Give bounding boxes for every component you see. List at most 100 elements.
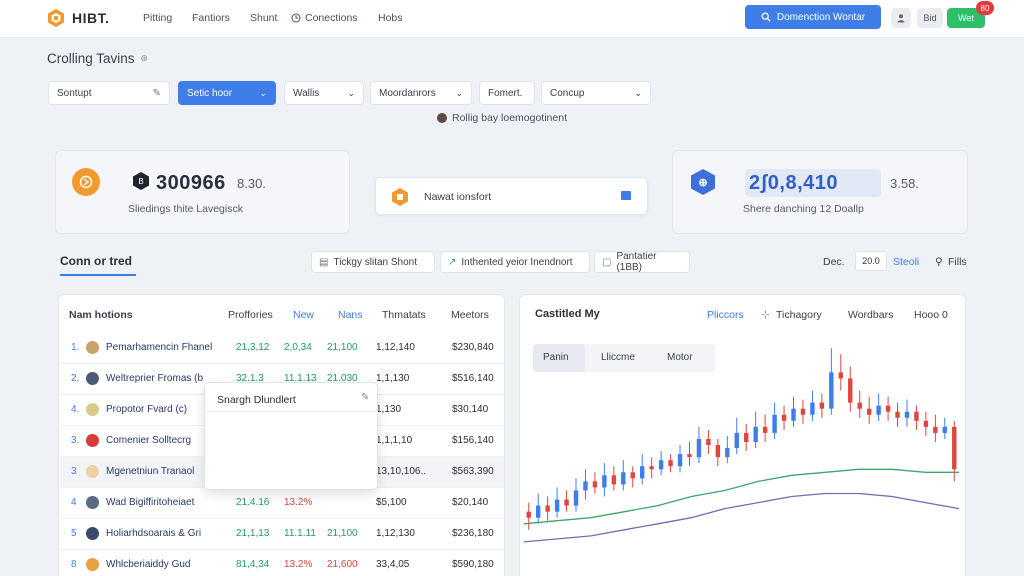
stat-value: 2ʃ0,8,410 [749, 172, 839, 194]
candle-body [583, 481, 588, 491]
hex-logo-icon [392, 188, 408, 206]
candle [640, 454, 645, 485]
candle-body [914, 411, 919, 421]
table-header-proffories[interactable]: Proffories [228, 309, 273, 321]
candle-body [923, 420, 929, 427]
primary-action-button[interactable]: Domenction Wontar [745, 5, 881, 29]
info-icon: ⊛ [140, 53, 149, 63]
chart-tab-wordbars[interactable]: Wordbars [848, 309, 893, 321]
filter-dropdown-active[interactable]: Setic hoor ⌄ [178, 81, 276, 105]
row-name: Weltreprier Fromas (b [106, 373, 204, 384]
pill-label: Tickgy slitan Shont [333, 256, 418, 268]
row-name: Whlcberiaiddy Gud [106, 559, 191, 570]
candle-body [810, 402, 815, 415]
bid-button[interactable]: Bid [917, 8, 943, 28]
filter-dropdown-wallis[interactable]: Wallis ⌄ [284, 81, 364, 105]
candle [696, 426, 702, 464]
stat-value: 300966 [156, 172, 226, 194]
nav-link-fantiors[interactable]: Fantiors [192, 12, 230, 24]
pill-filter-3[interactable]: ▢ Pantatier (1BB) [594, 251, 690, 273]
candle [554, 487, 560, 518]
candle [592, 472, 598, 494]
table-header-new[interactable]: New [293, 309, 314, 321]
chart-tab-hooo[interactable]: Hooo 0 [914, 309, 948, 321]
candle-body [630, 472, 635, 479]
avatar-icon [437, 113, 447, 123]
doc-icon: ▢ [602, 256, 612, 268]
coin-icon [72, 168, 100, 196]
decimal-select[interactable]: 20.0 [855, 251, 887, 271]
tab-underline [60, 274, 136, 276]
candle [526, 502, 531, 530]
doc-icon: ▤ [319, 256, 329, 268]
chart-tab-pliccors[interactable]: Pliccors [707, 309, 744, 321]
pill-label: Inthented yeior Inendnort [461, 256, 573, 268]
candle-body [535, 505, 541, 518]
table-header-nans[interactable]: Nans [338, 309, 363, 321]
candle-body [725, 448, 730, 458]
nav-link-pitting[interactable]: Pitting [143, 12, 172, 24]
row-avatar [86, 465, 99, 478]
filter-dropdown-concup[interactable]: Concup ⌄ [541, 81, 651, 105]
filter-dropdown-moordanrors[interactable]: Moordanrors ⌄ [370, 81, 472, 105]
candle [866, 396, 872, 424]
tab-main[interactable]: Conn or tred [60, 254, 132, 268]
candle [933, 414, 938, 442]
table-row[interactable]: 5 Holiarhdsoarais & Gri 21,1,13 11.1.11 21,1… [60, 519, 504, 550]
candle [564, 490, 569, 512]
row-index: 3. [71, 435, 80, 446]
control-link-steoli[interactable]: Steoli [893, 256, 919, 268]
user-icon-button[interactable] [891, 8, 911, 28]
chart-tab-tichagory[interactable]: Tichagory [776, 309, 822, 321]
nav-link-shunt[interactable]: Shunt [250, 12, 277, 24]
candle [904, 399, 910, 427]
candle-body [602, 475, 607, 488]
candle [885, 396, 891, 421]
stat-subtitle: Shere danching 12 Doallp [743, 203, 864, 215]
candle-body [573, 490, 579, 506]
nav-link-conections[interactable]: Conections [291, 12, 358, 24]
candle-body [706, 438, 711, 446]
stat-change: 8.30. [237, 176, 266, 191]
candle [545, 496, 550, 521]
pill-filter-2[interactable]: ↗ Inthented yeior Inendnort [440, 251, 590, 273]
row-thmatats: 13,10,106.. [376, 466, 427, 477]
candle [781, 405, 787, 430]
filter-search[interactable]: Sontupt ✎ [48, 81, 170, 105]
filter-format[interactable]: Fomert. [479, 81, 535, 105]
row-avatar [86, 434, 99, 447]
pill-label: Pantatier (1BB) [616, 251, 657, 273]
table-header-meetors[interactable]: Meetors [451, 309, 489, 321]
candle [744, 423, 749, 452]
row-new: 13.2% [284, 497, 313, 508]
candle [810, 390, 815, 421]
row-nans: 21,100 [327, 528, 358, 539]
control-link-fills[interactable]: Fills [948, 256, 967, 268]
candle [677, 445, 683, 473]
candle [621, 460, 626, 491]
table-header-thmatats[interactable]: Thmatats [382, 309, 426, 321]
candle [611, 466, 617, 491]
candle-body [611, 475, 617, 485]
candle [583, 469, 588, 500]
table-row[interactable]: 1. Pemarhamencin Fhanel 21,3,12 2,0,34 21,10… [60, 333, 504, 364]
table-row[interactable]: 8 Whlcberiaiddy Gud 81,4,34 13.2% 21,600 33,4… [60, 550, 504, 576]
row-new: 11.1.11 [284, 528, 316, 539]
brand[interactable]: HIBT. [46, 8, 110, 28]
chart-title: Castitled My [535, 308, 600, 320]
table-header-name[interactable]: Nam hotions [69, 309, 133, 321]
candle [734, 417, 739, 455]
candle [602, 463, 607, 497]
stat-card-middle[interactable]: Nawat ionsfort [375, 177, 648, 215]
candle-body [876, 405, 881, 415]
candle-body [564, 499, 569, 506]
row-avatar [86, 403, 99, 416]
filter-note: Rollig bay loemogotinent [437, 112, 567, 124]
row-index: 4 [71, 497, 77, 508]
nav-link-hobs[interactable]: Hobs [378, 12, 403, 24]
row-proffories: 81,4,34 [236, 559, 270, 570]
stat-subtitle: Sliedings thite Lavegisck [128, 203, 243, 215]
pill-filter-1[interactable]: ▤ Tickgy slitan Shont [311, 251, 435, 273]
pencil-icon[interactable]: ✎ [361, 392, 369, 403]
table-row[interactable]: 4 Wad Bigiffiritoheiaet 21.4.16 13.2% $5,100… [60, 488, 504, 519]
